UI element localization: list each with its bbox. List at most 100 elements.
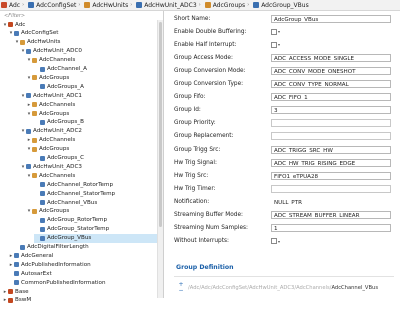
property-value-field[interactable]: ADC_FIFO_1: [271, 93, 391, 102]
tree-node[interactable]: AdcDigitalFilterLength: [14, 243, 157, 252]
tree-node[interactable]: AdcGroup_VBus: [34, 233, 157, 243]
tree-node[interactable]: ▾ AdcConfigSet: [8, 29, 157, 38]
tree-node[interactable]: AdcGroups_B: [34, 118, 157, 127]
property-checkbox[interactable]: [271, 41, 277, 48]
tree-node[interactable]: AdcGroup_RotorTemp: [34, 216, 157, 225]
tree-node[interactable]: ▸ AdcChannels: [26, 136, 157, 145]
property-row: Group Access Mode: ADC_ACCESS_MODE_SINGLE: [168, 51, 400, 64]
property-row: Group Id: 3: [168, 104, 400, 117]
node-type-icon: [26, 48, 31, 54]
group-definition-row[interactable]: + − /Adc/Adc/AdcConfigSet/AdcHwUnit_ADC3…: [174, 281, 394, 294]
chevron-right-icon: ›: [78, 2, 81, 8]
node-type-icon: [26, 93, 31, 99]
tree-node[interactable]: ▾ AdcGroups: [26, 73, 157, 82]
tree-node-label: AdcHwUnit_ADC1: [33, 92, 82, 99]
property-value-field[interactable]: ADC_STREAM_BUFFER_LINEAR: [271, 211, 391, 219]
tree-node[interactable]: ▸ AdcChannels: [26, 100, 157, 109]
property-value-field[interactable]: ADC_CONV_MODE_ONESHOT: [271, 66, 391, 75]
chevron-down-icon[interactable]: ▾: [278, 42, 280, 47]
property-label: Group Conversion Type:: [174, 81, 244, 87]
tree-node[interactable]: ▾ AdcHwUnit_ADC0: [20, 47, 157, 56]
property-label: Group Priority:: [174, 120, 216, 127]
tree-node[interactable]: AdcGroup_StatorTemp: [34, 225, 157, 234]
node-type-icon: [40, 226, 45, 232]
tree-node[interactable]: ▾ AdcHwUnit_ADC3: [20, 162, 157, 171]
channel-reference-path[interactable]: /Adc/Adc/AdcConfigSet/AdcHwUnit_ADC3/Adc…: [188, 285, 378, 291]
tree-node[interactable]: AdcChannel_VBus: [34, 198, 157, 207]
chevron-right-icon: ›: [130, 2, 133, 8]
breadcrumb-item[interactable]: AdcGroups ›: [204, 2, 253, 9]
remove-icon[interactable]: −: [178, 287, 183, 294]
tree-node[interactable]: AutosarExt: [8, 269, 157, 278]
property-value-field[interactable]: 1: [271, 224, 391, 233]
tree-node[interactable]: ▾ AdcHwUnit_ADC1: [20, 91, 157, 100]
tree-scrollbar[interactable]: [157, 20, 163, 298]
breadcrumb-item[interactable]: AdcHwUnit_ADC3 ›: [135, 2, 203, 9]
chevron-down-icon[interactable]: ▾: [278, 239, 280, 244]
tree-node[interactable]: ▸ AdcGeneral: [8, 251, 157, 260]
tree-node[interactable]: ▾ AdcGroups: [26, 109, 157, 118]
chevron-down-icon[interactable]: ▾: [278, 29, 280, 34]
breadcrumb-label: AdcConfigSet: [36, 1, 77, 9]
tree-node-label: AdcChannels: [39, 137, 76, 144]
property-row: Without Interrupts: ▾: [168, 235, 400, 248]
property-value-field[interactable]: [271, 119, 391, 128]
property-value-field[interactable]: 3: [271, 106, 391, 115]
tree-node-label: AdcChannel_RotorTemp: [47, 181, 113, 188]
property-value-field[interactable]: ADC_CONV_TYPE_NORMAL: [271, 80, 391, 88]
tree-node[interactable]: AdcChannel_A: [34, 65, 157, 74]
property-checkbox[interactable]: [271, 238, 277, 245]
property-value-field[interactable]: [271, 132, 391, 141]
tree-node[interactable]: ▸ AdcPublishedInformation: [8, 260, 157, 269]
breadcrumb-item[interactable]: AdcConfigSet ›: [27, 2, 83, 9]
node-type-icon: [40, 217, 45, 223]
tree-node[interactable]: AdcChannel_StatorTemp: [34, 189, 157, 198]
breadcrumb-item[interactable]: AdcGroup_VBus: [252, 2, 310, 9]
property-value-field[interactable]: ADC_ACCESS_MODE_SINGLE: [271, 53, 391, 62]
tree-node[interactable]: ▸ BswM: [2, 296, 157, 305]
property-label: Notification:: [174, 198, 210, 205]
node-type-icon: [32, 111, 37, 116]
tree-node[interactable]: ▾ AdcGroups: [26, 145, 157, 154]
property-value-field[interactable]: NULL_PTR: [271, 197, 391, 206]
chevron-right-icon: ›: [22, 2, 25, 8]
tree-scrollbar-thumb[interactable]: [159, 22, 162, 227]
property-value-field[interactable]: FIFO1_eTPUA28: [271, 171, 391, 180]
property-row: Group Priority:: [168, 117, 400, 130]
tree-node[interactable]: CommonPublishedInformation: [8, 278, 157, 287]
breadcrumb-label: AdcHwUnit_ADC3: [144, 1, 197, 9]
node-type-icon: [40, 235, 45, 241]
tree-node-label: AdcDigitalFilterLength: [27, 244, 89, 250]
property-value-field[interactable]: AdcGroup_VBus: [271, 14, 391, 23]
tree-node[interactable]: AdcGroups_C: [34, 154, 157, 163]
node-type-icon: [8, 22, 13, 27]
node-type-icon: [40, 155, 45, 161]
tree-node[interactable]: ▾ AdcChannels: [26, 56, 157, 65]
tree-filter[interactable]: <Filter>: [0, 11, 163, 20]
tree-node[interactable]: ▸ Base: [2, 287, 157, 296]
node-type-icon: [40, 66, 45, 72]
node-type-icon: [40, 191, 45, 197]
property-value-field[interactable]: ADC_HW_TRIG_RISING_EDGE: [271, 158, 391, 167]
breadcrumb-item[interactable]: AdcHwUnits ›: [83, 2, 135, 9]
tree-node-label: AdcChannels: [39, 172, 76, 179]
tree-node[interactable]: ▾ AdcHwUnit_ADC2: [20, 127, 157, 136]
tree-node[interactable]: ▾ AdcChannels: [26, 171, 157, 180]
node-type-icon: [32, 102, 37, 108]
tree-node[interactable]: AdcChannel_RotorTemp: [34, 180, 157, 189]
tree-node[interactable]: ▾ AdcHwUnits: [14, 38, 157, 47]
tree-node[interactable]: ▾ Adc: [2, 20, 157, 29]
tree-node[interactable]: ▾ AdcGroups: [26, 207, 157, 216]
property-checkbox[interactable]: [271, 28, 277, 35]
node-type-icon: [20, 39, 25, 45]
property-value-field[interactable]: ADC_TRIGG_SRC_HW: [271, 145, 391, 154]
breadcrumb-item[interactable]: Adc ›: [0, 2, 27, 9]
property-row: Group Trigg Src: ADC_TRIGG_SRC_HW: [168, 143, 400, 156]
node-type-icon: [32, 57, 37, 63]
property-value-field[interactable]: [271, 184, 391, 193]
node-type-icon: [32, 137, 37, 143]
tree-node[interactable]: AdcGroups_A: [34, 82, 157, 91]
tree-node-label: AdcGroups_C: [47, 155, 85, 161]
property-label: Streaming Buffer Mode:: [174, 212, 243, 218]
tree-node-label: BswM: [15, 297, 32, 304]
